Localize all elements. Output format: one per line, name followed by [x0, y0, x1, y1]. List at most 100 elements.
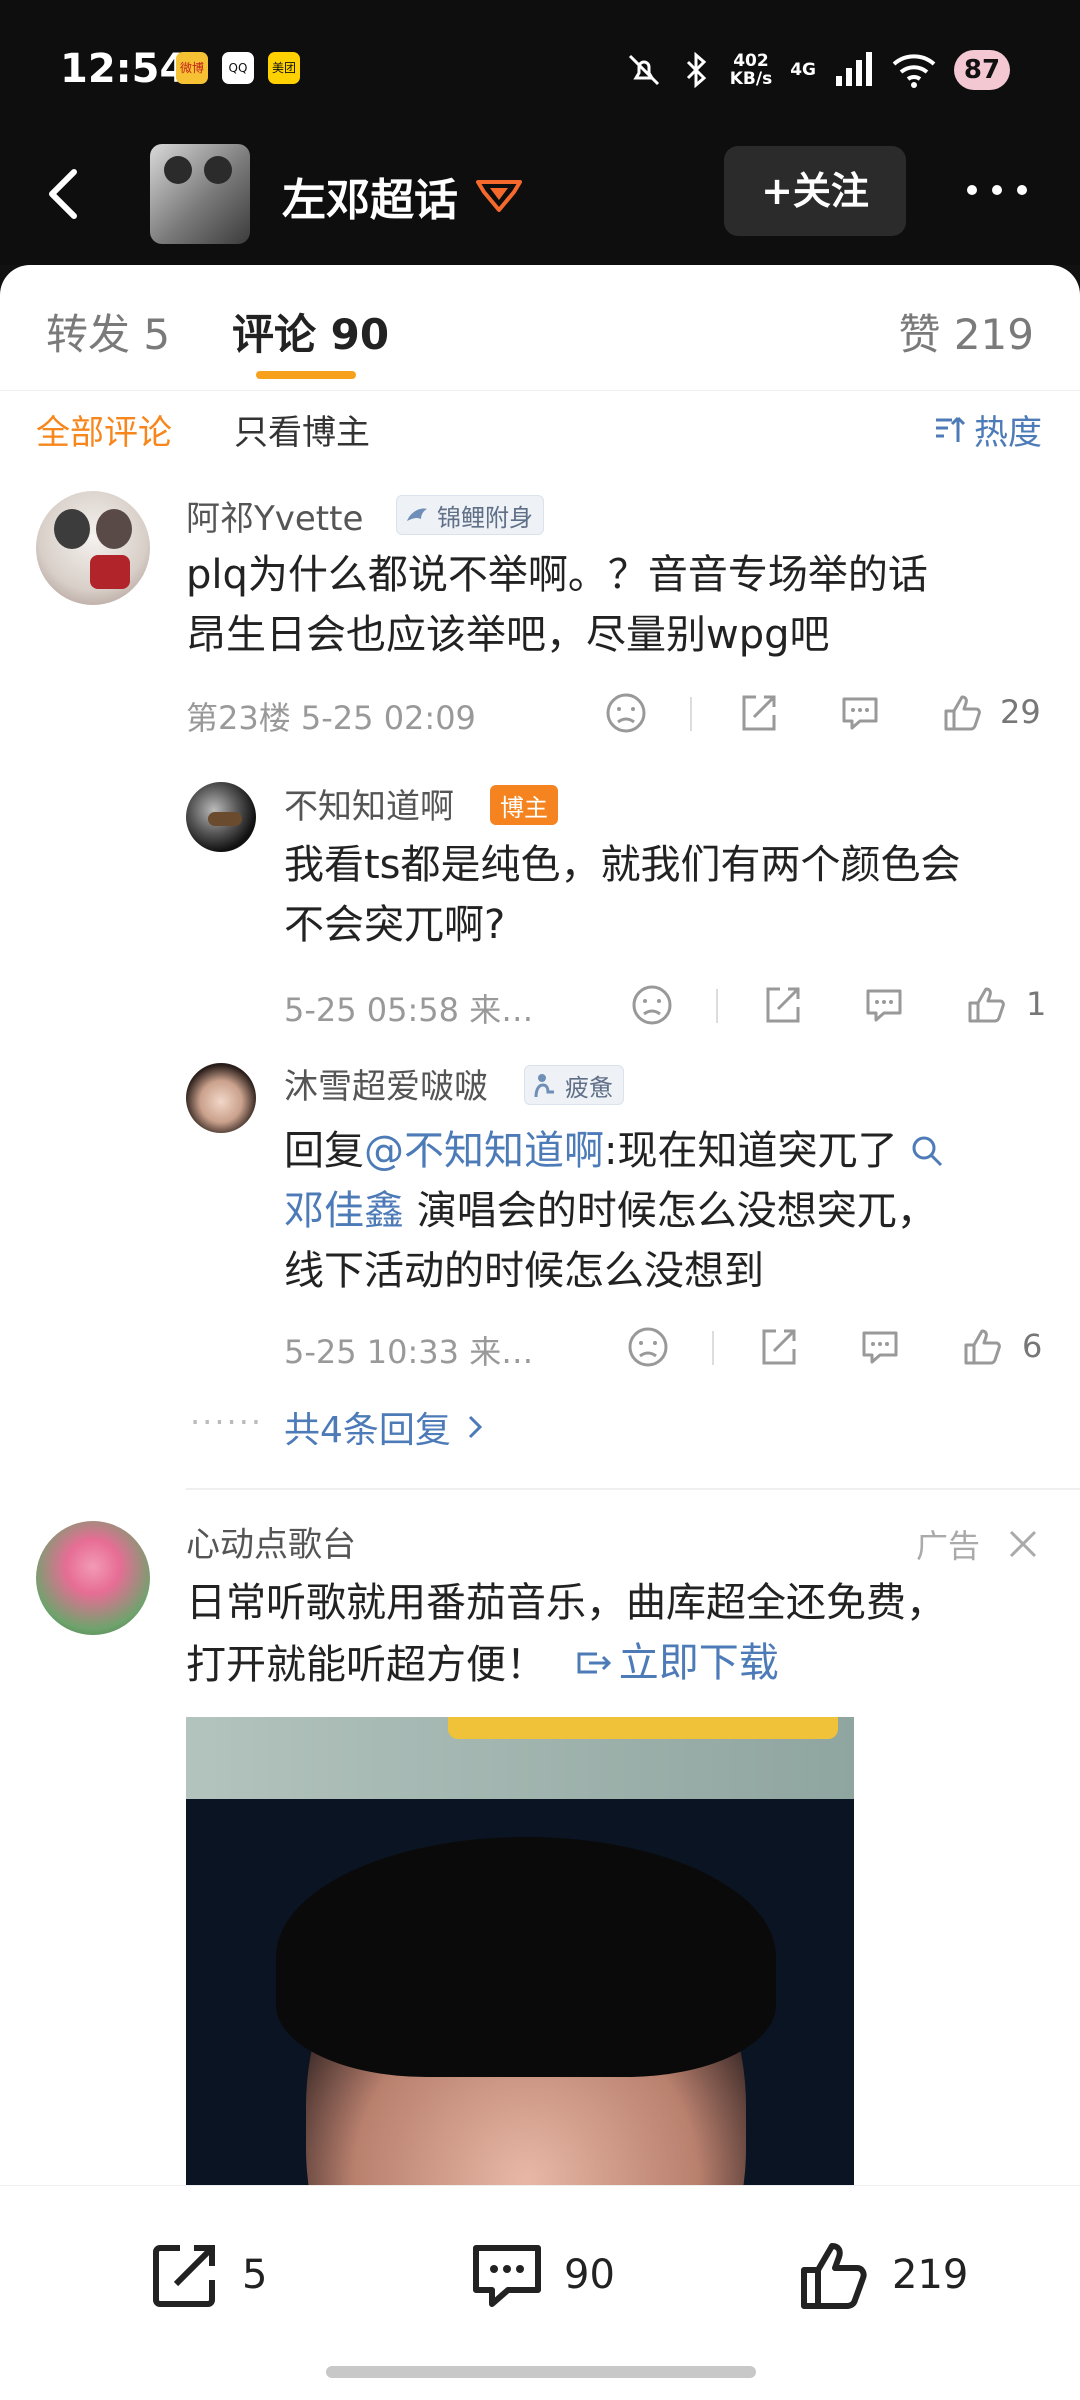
comment-text: plq为什么都说不举啊。？音音专场举的话 昂生日会也应该举吧，尽量别wpg吧	[186, 552, 928, 658]
status-time: 12:54	[60, 46, 188, 92]
close-icon[interactable]	[1006, 1527, 1040, 1561]
sort-icon	[936, 416, 966, 442]
dislike-button[interactable]	[630, 983, 674, 1027]
topic-avatar[interactable]	[150, 144, 250, 244]
ad-image[interactable]	[186, 1717, 854, 2195]
more-icon[interactable]	[962, 170, 1032, 210]
download-link-icon	[577, 1652, 611, 1674]
like-count: 6	[1022, 1327, 1043, 1365]
weibo-app-icon: 微博	[176, 52, 208, 84]
tired-person-icon	[534, 1074, 554, 1098]
avatar[interactable]	[186, 782, 256, 852]
ad-username[interactable]: 心动点歌台	[186, 1517, 356, 1566]
like-count: 29	[1000, 693, 1041, 731]
share-button[interactable]	[736, 691, 780, 735]
divider	[712, 1331, 714, 1365]
status-right: 402 KB/s 4G 87	[624, 46, 1010, 94]
topic-link[interactable]: 邓佳鑫	[284, 1188, 404, 1234]
reply-meta: 5-25 05:58 来…	[284, 991, 534, 1029]
ad-text: 日常听歌就用番茄音乐，曲库超全还免费， 打开就能听超方便！ 立即下载	[186, 1573, 946, 1695]
comment-action-button[interactable]: 90	[468, 2236, 615, 2314]
comment-meta: 第23楼 5-25 02:09	[186, 699, 476, 737]
reply-meta: 5-25 10:33 来…	[284, 1333, 534, 1371]
bluetooth-icon	[686, 51, 706, 89]
dislike-button[interactable]	[626, 1325, 670, 1369]
koi-icon	[407, 508, 427, 521]
mute-icon	[628, 54, 659, 86]
thumbs-up-icon	[964, 1329, 1001, 1365]
like-action-button[interactable]: 219	[796, 2236, 968, 2314]
like-button[interactable]	[940, 691, 984, 735]
meituan-app-icon: 美团	[268, 52, 300, 84]
share-icon	[766, 987, 800, 1023]
avatar[interactable]	[186, 1063, 256, 1133]
share-icon	[742, 695, 776, 731]
ad-label: 广告	[915, 1527, 980, 1565]
view-more-replies-link[interactable]: 共4条回复	[284, 1401, 485, 1453]
battery-indicator: 87	[954, 50, 1010, 90]
comment-filters: 全部评论 只看博主 热度	[0, 391, 1080, 471]
status-bar: 12:54 微博 QQ 美团 402 KB/s 4G 87	[0, 0, 1080, 140]
chevron-right-icon	[468, 1415, 483, 1439]
topic-title[interactable]: 左邓超话	[282, 164, 458, 228]
tab-comment[interactable]: 评论 90	[232, 301, 389, 362]
share-icon	[762, 1329, 796, 1365]
topic-header: 左邓超话 +关注	[0, 140, 1080, 265]
wifi-icon	[892, 54, 936, 88]
back-arrow-icon[interactable]	[36, 164, 96, 224]
reply-button[interactable]	[838, 691, 882, 735]
divider	[716, 989, 718, 1023]
reply-username[interactable]: 不知知道啊	[284, 779, 454, 828]
sad-face-icon	[606, 693, 646, 733]
post-tabs: 转发 5 评论 90 赞 219	[0, 265, 1080, 391]
user-badge: 锦鲤附身	[396, 495, 544, 535]
author-badge: 博主	[490, 785, 558, 825]
like-count: 1	[1026, 985, 1047, 1023]
qq-app-icon: QQ	[222, 52, 254, 84]
filter-all-comments[interactable]: 全部评论	[36, 405, 172, 454]
mention-link[interactable]: @不知知道啊	[364, 1128, 604, 1174]
reply-button[interactable]	[858, 1325, 902, 1369]
comments-sheet: 转发 5 评论 90 赞 219 全部评论 只看博主 热度 阿祁Yvette 锦…	[0, 265, 1080, 2195]
avatar[interactable]	[36, 1521, 150, 1635]
comment-icon	[842, 697, 878, 730]
comment-icon	[866, 989, 902, 1022]
filter-author-only[interactable]: 只看博主	[234, 405, 370, 454]
sort-label: 热度	[974, 413, 1042, 453]
thumbs-up-icon	[944, 695, 981, 731]
thumbs-up-icon	[801, 2243, 867, 2309]
download-link[interactable]: 立即下载	[575, 1633, 779, 1693]
search-icon	[912, 1136, 943, 1167]
sad-face-icon	[628, 1327, 668, 1367]
reply-text: 回复@不知知道啊:现在知道突兀了 邓佳鑫 演唱会的时候怎么没想突兀， 线下活动的…	[284, 1121, 944, 1301]
net-speed: 402 KB/s	[729, 51, 773, 89]
sort-hot-button[interactable]: 热度	[932, 405, 1042, 454]
signal-icon	[836, 52, 872, 86]
avatar[interactable]	[36, 491, 150, 605]
tab-repost[interactable]: 转发 5	[46, 301, 170, 362]
bottom-action-bar: 5 90 219	[0, 2185, 1080, 2400]
like-button[interactable]	[960, 1325, 1004, 1369]
tab-like[interactable]: 赞 219	[898, 301, 1034, 362]
share-button[interactable]	[756, 1325, 800, 1369]
home-indicator[interactable]	[326, 2366, 756, 2378]
user-badge: 疲惫	[524, 1065, 624, 1105]
divider	[186, 1488, 1080, 1490]
reply-button[interactable]	[862, 983, 906, 1027]
share-icon	[153, 2245, 215, 2307]
comment-icon	[473, 2245, 541, 2307]
like-button[interactable]	[964, 983, 1008, 1027]
repost-action-button[interactable]: 5	[146, 2236, 267, 2314]
sad-face-icon	[632, 985, 672, 1025]
active-tab-indicator	[256, 371, 356, 379]
share-button[interactable]	[760, 983, 804, 1027]
comment-icon	[862, 1331, 898, 1364]
network-type: 4G	[790, 60, 816, 80]
thumbs-up-icon	[968, 987, 1005, 1023]
reply-text: 我看ts都是纯色，就我们有两个颜色会 不会突兀啊?	[284, 842, 961, 948]
follow-button[interactable]: +关注	[724, 146, 906, 236]
super-topic-badge-icon	[476, 180, 522, 212]
comment-username[interactable]: 阿祁Yvette	[186, 491, 363, 540]
reply-username[interactable]: 沐雪超爱啵啵	[284, 1059, 488, 1108]
dislike-button[interactable]	[604, 691, 648, 735]
